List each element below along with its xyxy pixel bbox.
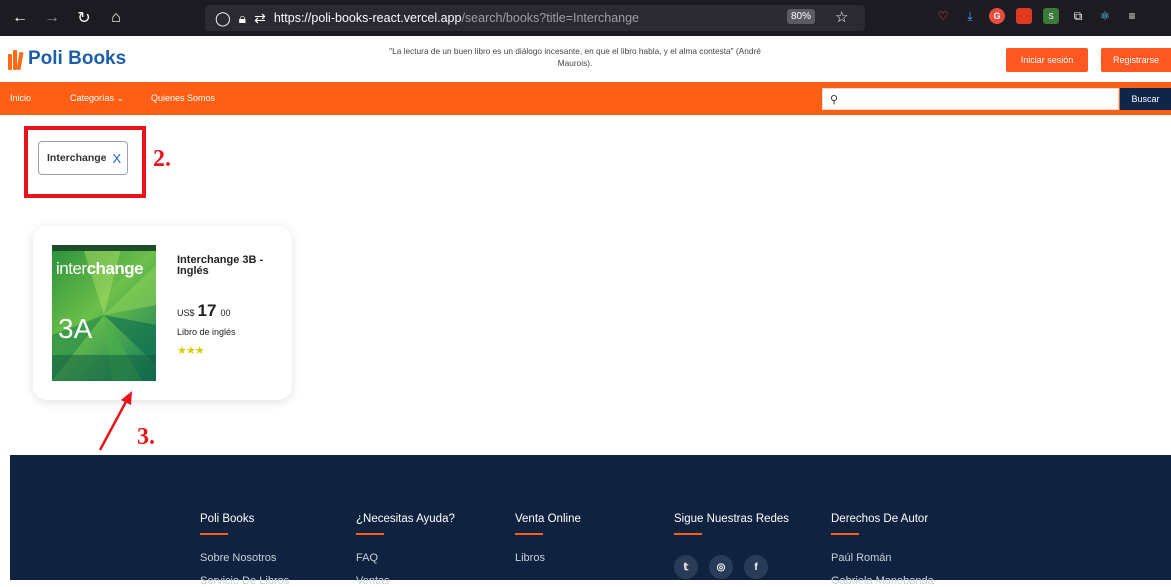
chevron-down-icon: ⌄ (116, 93, 125, 103)
home-icon[interactable]: ⌂ (104, 6, 128, 30)
back-icon[interactable]: ← (8, 6, 32, 30)
url-path: /search/books?title=Interchange (461, 11, 639, 25)
footer-column-title: ¿Necesitas Ayuda? (356, 513, 455, 535)
product-price: US$ 17 00 (177, 301, 230, 321)
footer-column-title: Derechos De Autor (831, 513, 928, 535)
filter-chip[interactable]: Interchange X (38, 141, 128, 175)
search-icon: ⚲ (830, 93, 839, 106)
extension-icon[interactable]: S (1043, 8, 1059, 24)
book-cover-image[interactable]: interchange 3A (52, 245, 156, 381)
url-domain: https://poli-books-react.vercel.app (273, 11, 462, 25)
browser-toolbar: ← → ↻ ⌂ ◯ 🔒︎ ⇄ https://poli-books-react.… (0, 0, 1171, 36)
annotation-label-3: 3. (137, 424, 155, 450)
footer-author-name: Paúl Román (831, 552, 892, 564)
price-currency: US$ (177, 308, 195, 318)
product-category: Libro de inglés (177, 327, 236, 337)
register-button[interactable]: Registrarse (1101, 48, 1171, 72)
star-icon: ★ (185, 345, 196, 357)
footer-link-ventas[interactable]: Ventas (356, 575, 390, 587)
search-input[interactable]: ⚲ (822, 88, 1119, 110)
address-bar[interactable]: ◯ 🔒︎ ⇄ https://poli-books-react.vercel.a… (205, 5, 865, 31)
logo-text: Poli Books (28, 48, 127, 69)
footer-column-title: Venta Online (515, 513, 581, 535)
menu-icon[interactable]: ≡ (1124, 8, 1140, 24)
lock-icon: 🔒︎ (238, 9, 247, 26)
logo[interactable]: Poli Books (8, 48, 127, 71)
logo-books-icon (8, 48, 26, 71)
reload-icon[interactable]: ↻ (72, 6, 96, 30)
footer-link-sobre-nosotros[interactable]: Sobre Nosotros (200, 552, 276, 564)
cover-brand: interchange (56, 259, 144, 279)
cover-brand-bold: change (86, 259, 144, 278)
cover-brand-light: inter (56, 259, 87, 278)
annotation-label-2: 2. (153, 146, 171, 172)
header-quote: "La lectura de un buen libro es un diálo… (389, 46, 761, 68)
shield-icon: ◯ (215, 9, 231, 26)
zoom-indicator[interactable]: 80% (787, 9, 816, 24)
search-button[interactable]: Buscar (1120, 88, 1171, 110)
product-title[interactable]: Interchange 3B - Inglés (177, 255, 287, 277)
star-icon: ★ (177, 345, 187, 357)
ublock-icon[interactable] (1016, 8, 1032, 24)
cover-level: 3A (58, 313, 93, 344)
filter-chip-label: Interchange (47, 152, 107, 164)
react-devtools-icon[interactable]: ⚛ (1097, 8, 1113, 24)
nav-item-quienes-somos[interactable]: Quienes Somos (151, 93, 215, 103)
login-button[interactable]: Iniciar sesión (1006, 48, 1088, 72)
star-icon: ★ (194, 345, 205, 357)
footer-link-faq[interactable]: FAQ (356, 552, 378, 564)
extensions-icon[interactable]: ⧉ (1070, 8, 1086, 24)
site-header: Poli Books "La lectura de un buen libro … (0, 36, 1171, 82)
twitter-icon[interactable]: 𝕥 (674, 555, 698, 579)
bookmark-star-icon[interactable]: ☆ (835, 8, 848, 26)
footer-column-title: Poli Books (200, 513, 254, 535)
permissions-icon: ⇄ (254, 9, 266, 26)
nav-item-inicio[interactable]: Inicio (10, 93, 31, 103)
rating-stars: ★★★ (177, 344, 205, 357)
forward-icon[interactable]: → (40, 6, 64, 30)
download-icon[interactable]: ⤓ (962, 8, 978, 24)
pocket-icon[interactable]: ♡ (935, 8, 951, 24)
footer-author-name: Gabriela Manobanda (831, 575, 934, 587)
close-icon[interactable]: X (113, 151, 122, 166)
footer-column-title: Sigue Nuestras Redes (674, 513, 789, 535)
nav-item-label: Categorías (70, 93, 115, 103)
facebook-icon[interactable]: f (744, 555, 768, 579)
site-footer: Poli Books ¿Necesitas Ayuda? Venta Onlin… (10, 455, 1171, 587)
instagram-icon[interactable]: ◎ (709, 555, 733, 579)
footer-link-libros[interactable]: Libros (515, 552, 545, 564)
nav-item-categorias[interactable]: Categorías ⌄ (70, 93, 124, 104)
extension-icon[interactable]: G (989, 8, 1005, 24)
main-nav: Inicio Categorías ⌄ Quienes Somos ⚲ Busc… (0, 82, 1171, 115)
cover-top-band (52, 245, 156, 251)
product-card[interactable]: interchange 3A (33, 226, 292, 400)
footer-link-servicio[interactable]: Servicio De Libros (200, 575, 289, 587)
price-decimal: 00 (220, 308, 231, 318)
price-integer: 17 (197, 301, 217, 320)
annotation-arrow (98, 391, 132, 451)
